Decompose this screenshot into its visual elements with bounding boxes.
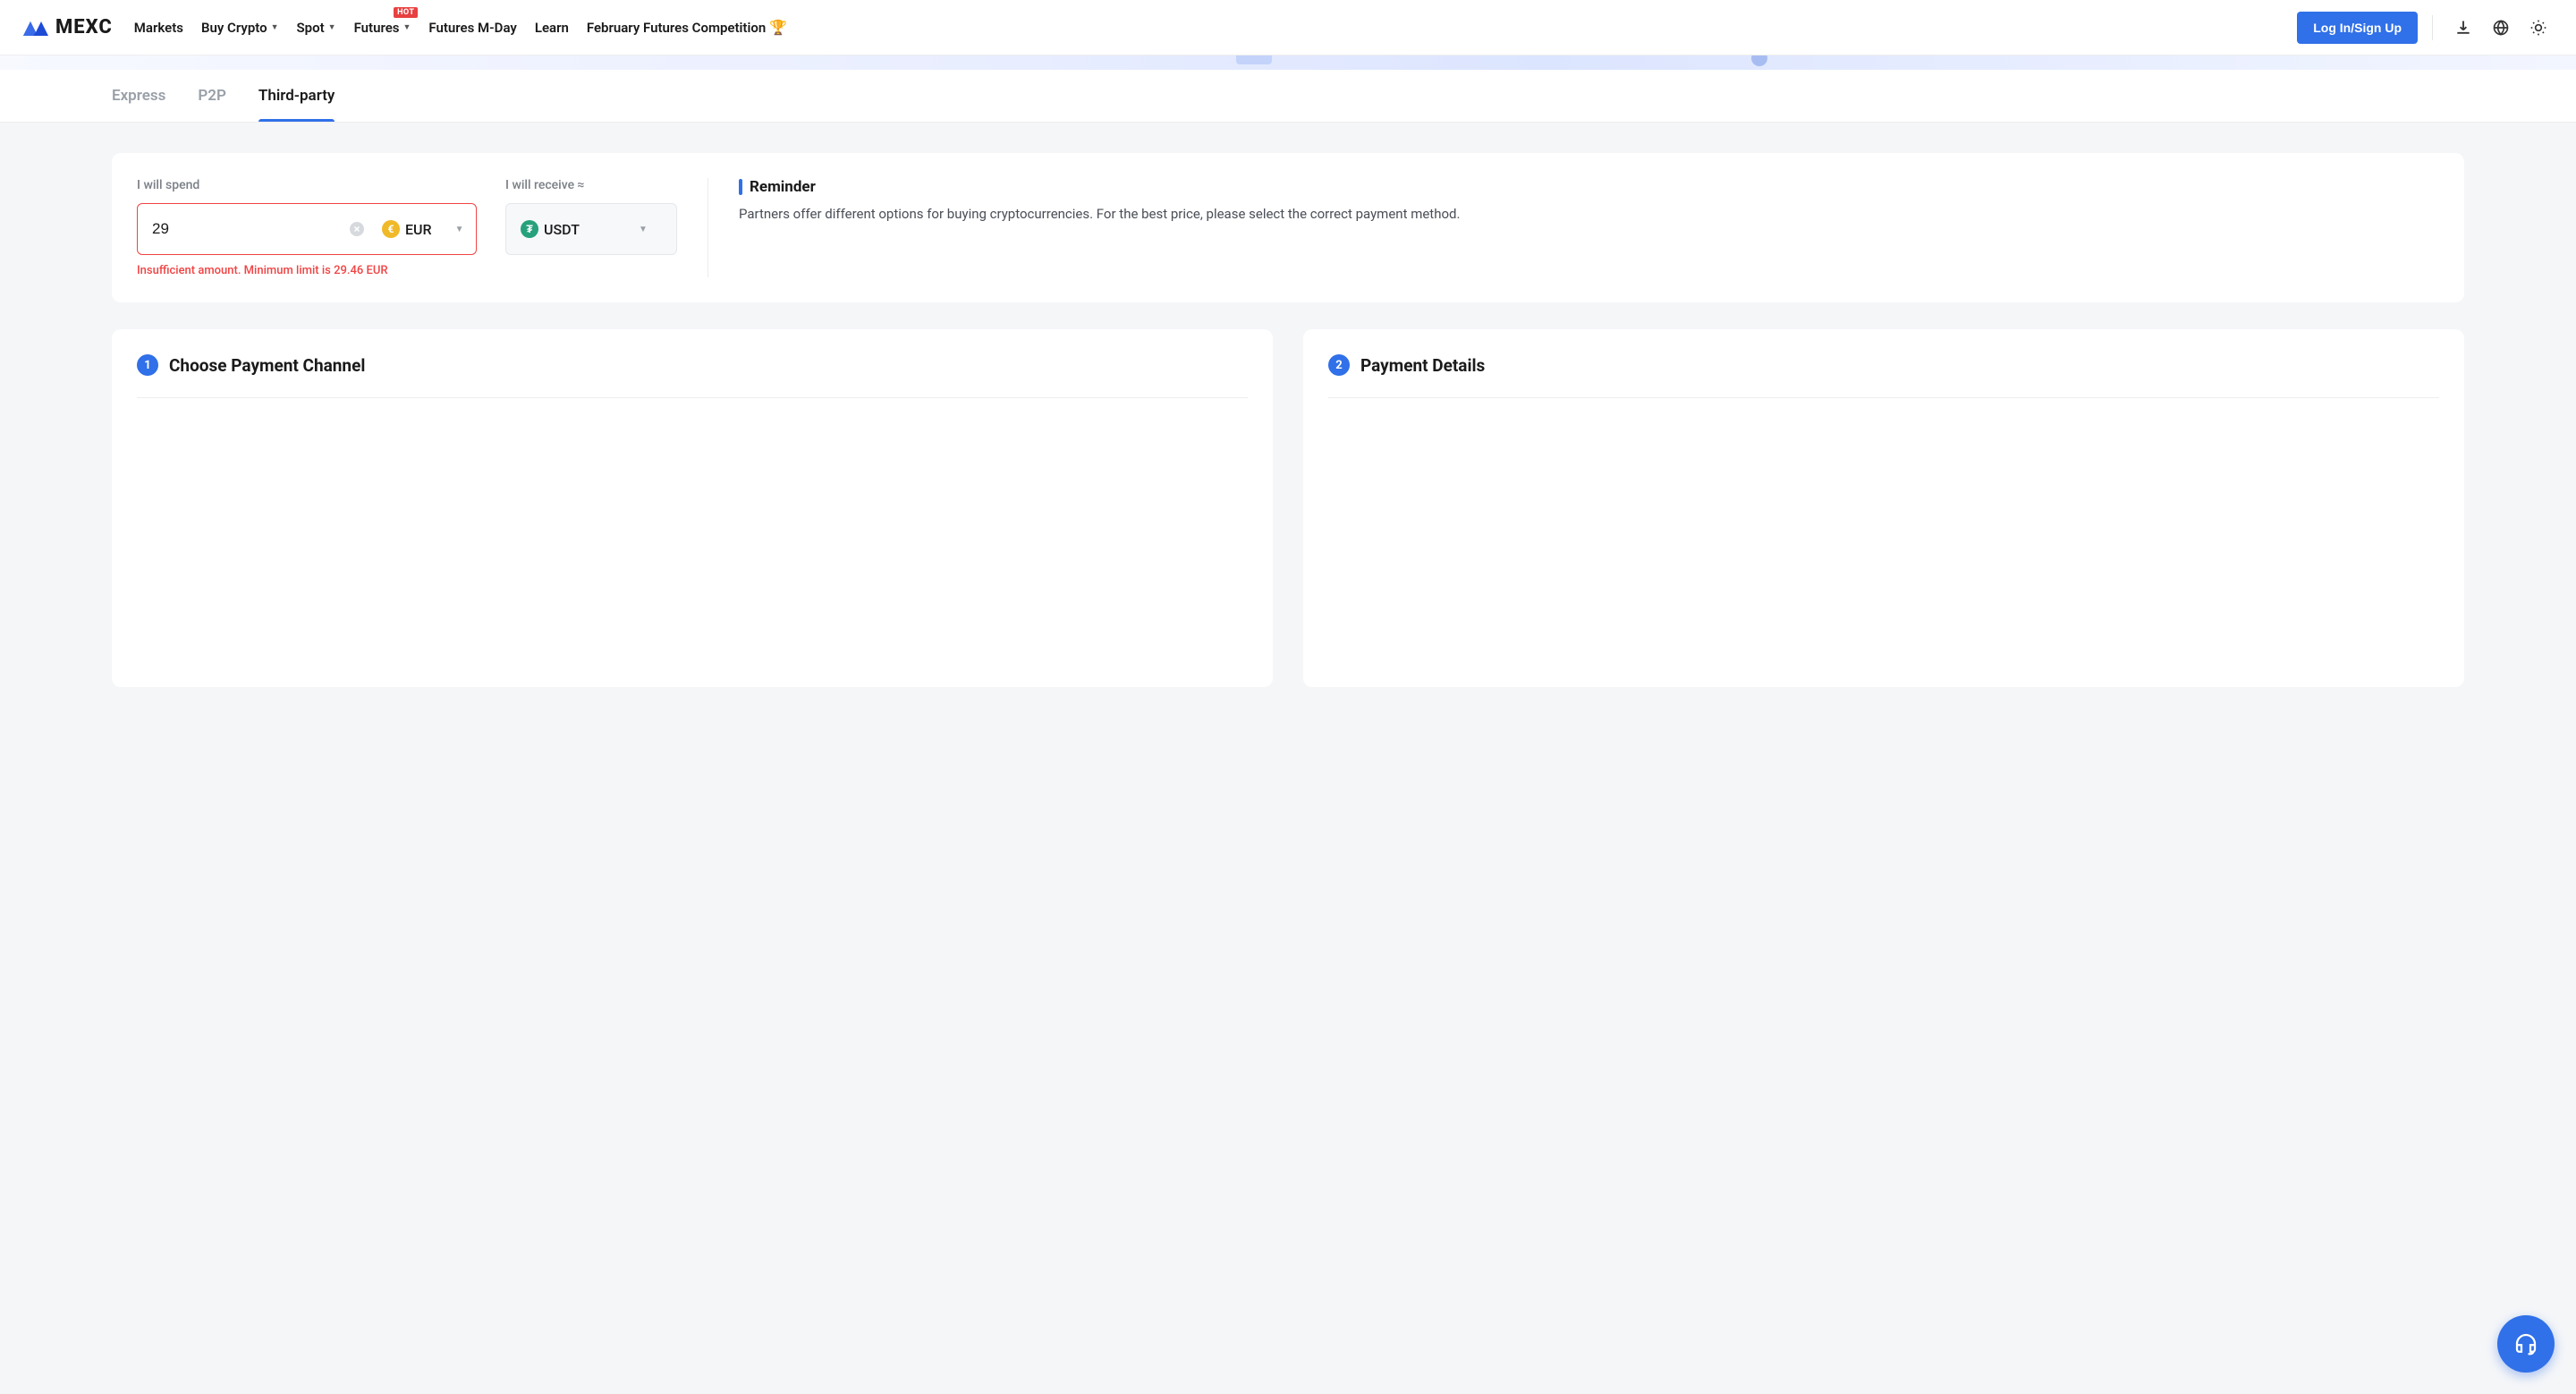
login-button[interactable]: Log In/Sign Up (2297, 12, 2418, 44)
main-header: MEXC Markets Buy Crypto ▼ Spot ▼ Futures… (0, 0, 2576, 55)
content: I will spend € EUR ▼ Insuff (0, 123, 2576, 723)
globe-icon[interactable] (2490, 17, 2512, 38)
spend-currency: EUR (405, 221, 432, 238)
payment-channel-panel: 1 Choose Payment Channel (112, 329, 1273, 687)
spend-input-box: € EUR ▼ (137, 203, 477, 255)
header-right: Log In/Sign Up (2297, 12, 2555, 44)
reminder-section: Reminder Partners offer different option… (739, 178, 2439, 277)
trophy-icon: 🏆 (769, 19, 787, 36)
hot-badge: HOT (394, 7, 418, 18)
exchange-section: I will spend € EUR ▼ Insuff (137, 178, 677, 277)
step-2-badge: 2 (1328, 354, 1350, 376)
nav-spot[interactable]: Spot ▼ (297, 20, 336, 36)
nav: Markets Buy Crypto ▼ Spot ▼ Futures ▼ HO… (134, 19, 787, 36)
reminder-bar (739, 179, 742, 195)
usdt-icon: ₮ (521, 220, 538, 238)
nav-learn[interactable]: Learn (535, 20, 569, 36)
receive-group: I will receive ≈ ₮ USDT ▼ (505, 178, 677, 277)
caret-down-icon: ▼ (271, 22, 279, 32)
spend-label: I will spend (137, 178, 477, 192)
tab-third-party[interactable]: Third-party (258, 70, 335, 122)
tab-express[interactable]: Express (112, 70, 165, 122)
support-chat-button[interactable] (2497, 1315, 2555, 1373)
caret-down-icon: ▼ (455, 225, 464, 234)
receive-currency-select[interactable]: ₮ USDT ▼ (505, 203, 677, 255)
clear-icon[interactable] (350, 221, 364, 237)
headset-icon (2512, 1330, 2539, 1357)
receive-currency: USDT (544, 221, 580, 238)
eur-icon: € (382, 220, 400, 238)
exchange-panel: I will spend € EUR ▼ Insuff (112, 153, 2464, 302)
sub-tabs: Express P2P Third-party (0, 70, 2576, 123)
payment-details-panel: 2 Payment Details (1303, 329, 2464, 687)
tab-p2p[interactable]: P2P (198, 70, 226, 122)
nav-competition[interactable]: February Futures Competition 🏆 (587, 19, 787, 36)
step-1-badge: 1 (137, 354, 158, 376)
sun-icon[interactable] (2528, 17, 2549, 38)
spend-input[interactable] (152, 220, 350, 238)
caret-down-icon: ▼ (403, 22, 411, 32)
nav-futures[interactable]: Futures ▼ HOT (354, 20, 411, 36)
nav-futures-mday[interactable]: Futures M-Day (428, 20, 516, 36)
step-1-title: Choose Payment Channel (169, 355, 365, 376)
nav-markets[interactable]: Markets (134, 20, 183, 36)
step-columns: 1 Choose Payment Channel 2 Payment Detai… (112, 329, 2464, 687)
caret-down-icon: ▼ (328, 22, 336, 32)
spend-group: I will spend € EUR ▼ Insuff (137, 178, 477, 277)
divider (2432, 15, 2433, 40)
download-icon[interactable] (2453, 17, 2474, 38)
spend-currency-select[interactable]: € EUR ▼ (371, 213, 474, 245)
logo-icon (21, 17, 50, 38)
reminder-text: Partners offer different options for buy… (739, 203, 2439, 225)
banner-strip (0, 55, 2576, 70)
receive-label: I will receive ≈ (505, 178, 677, 192)
spend-error: Insufficient amount. Minimum limit is 29… (137, 264, 477, 277)
caret-down-icon: ▼ (639, 225, 648, 234)
logo[interactable]: MEXC (21, 16, 113, 38)
logo-text: MEXC (55, 16, 113, 38)
reminder-title: Reminder (750, 178, 816, 196)
nav-buy-crypto[interactable]: Buy Crypto ▼ (201, 20, 279, 36)
step-2-title: Payment Details (1360, 355, 1485, 376)
